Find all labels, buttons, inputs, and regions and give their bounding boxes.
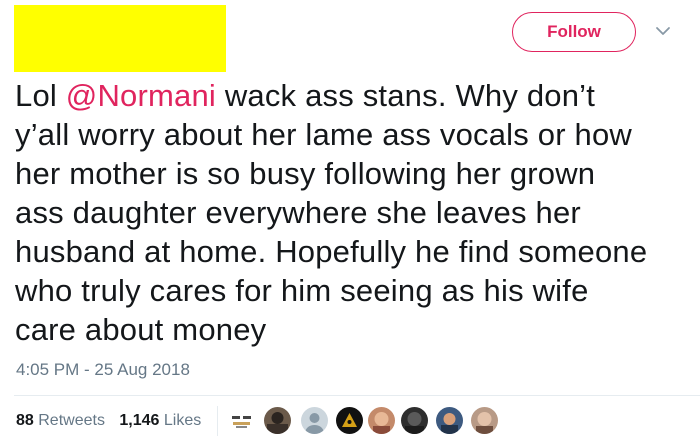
- likes-stat[interactable]: 1,146 Likes: [119, 412, 201, 429]
- tweet-line: Lol @Normani wack ass stans. Why don’t: [15, 76, 685, 115]
- tweet-line: husband at home. Hopefully he find someo…: [15, 234, 648, 269]
- redacted-profile-block: [14, 5, 226, 72]
- avatar-image: [368, 407, 395, 434]
- retweets-label: Retweets: [38, 412, 105, 429]
- avatar-image: [436, 407, 463, 434]
- liker-avatar[interactable]: [436, 407, 463, 434]
- divider: [217, 406, 218, 436]
- liker-avatar[interactable]: [401, 407, 428, 434]
- tweet-line: ass daughter everywhere she leaves her: [15, 195, 581, 230]
- tweet-line: y’all worry about her lame ass vocals or…: [15, 117, 632, 152]
- likes-label: Likes: [163, 412, 202, 429]
- avatar-image: [401, 407, 428, 434]
- tweet-stats: 88 Retweets 1,146 Likes: [16, 412, 211, 430]
- mention-link[interactable]: @Normani: [66, 78, 216, 113]
- tweet-text-segment: Lol: [15, 78, 66, 113]
- tweet-text-segment: wack ass stans. Why don’t: [216, 78, 596, 113]
- liker-avatar[interactable]: [264, 407, 291, 434]
- retweets-count: 88: [16, 412, 34, 429]
- liker-avatar[interactable]: [228, 407, 255, 434]
- divider: [14, 395, 700, 396]
- retweets-stat[interactable]: 88 Retweets: [16, 412, 105, 429]
- tweet-line: care about money: [15, 312, 267, 347]
- chevron-down-icon[interactable]: [654, 24, 672, 38]
- liker-avatar[interactable]: [471, 407, 498, 434]
- default-avatar-icon: [301, 407, 328, 434]
- follow-button[interactable]: Follow: [512, 12, 636, 52]
- avatar-image: [471, 407, 498, 434]
- liker-avatar[interactable]: [336, 407, 363, 434]
- liker-avatar[interactable]: [368, 407, 395, 434]
- avatar-image: [264, 407, 291, 434]
- liker-avatar[interactable]: [301, 407, 328, 434]
- avatar-image: [336, 407, 363, 434]
- tweet-text: Lol @Normani wack ass stans. Why don’t y…: [15, 76, 685, 349]
- tweet-timestamp[interactable]: 4:05 PM - 25 Aug 2018: [16, 360, 190, 380]
- likes-count: 1,146: [119, 412, 160, 429]
- avatar-image: [228, 407, 255, 434]
- tweet-line: who truly cares for him seeing as his wi…: [15, 273, 589, 308]
- tweet-line: her mother is so busy following her grow…: [15, 156, 596, 191]
